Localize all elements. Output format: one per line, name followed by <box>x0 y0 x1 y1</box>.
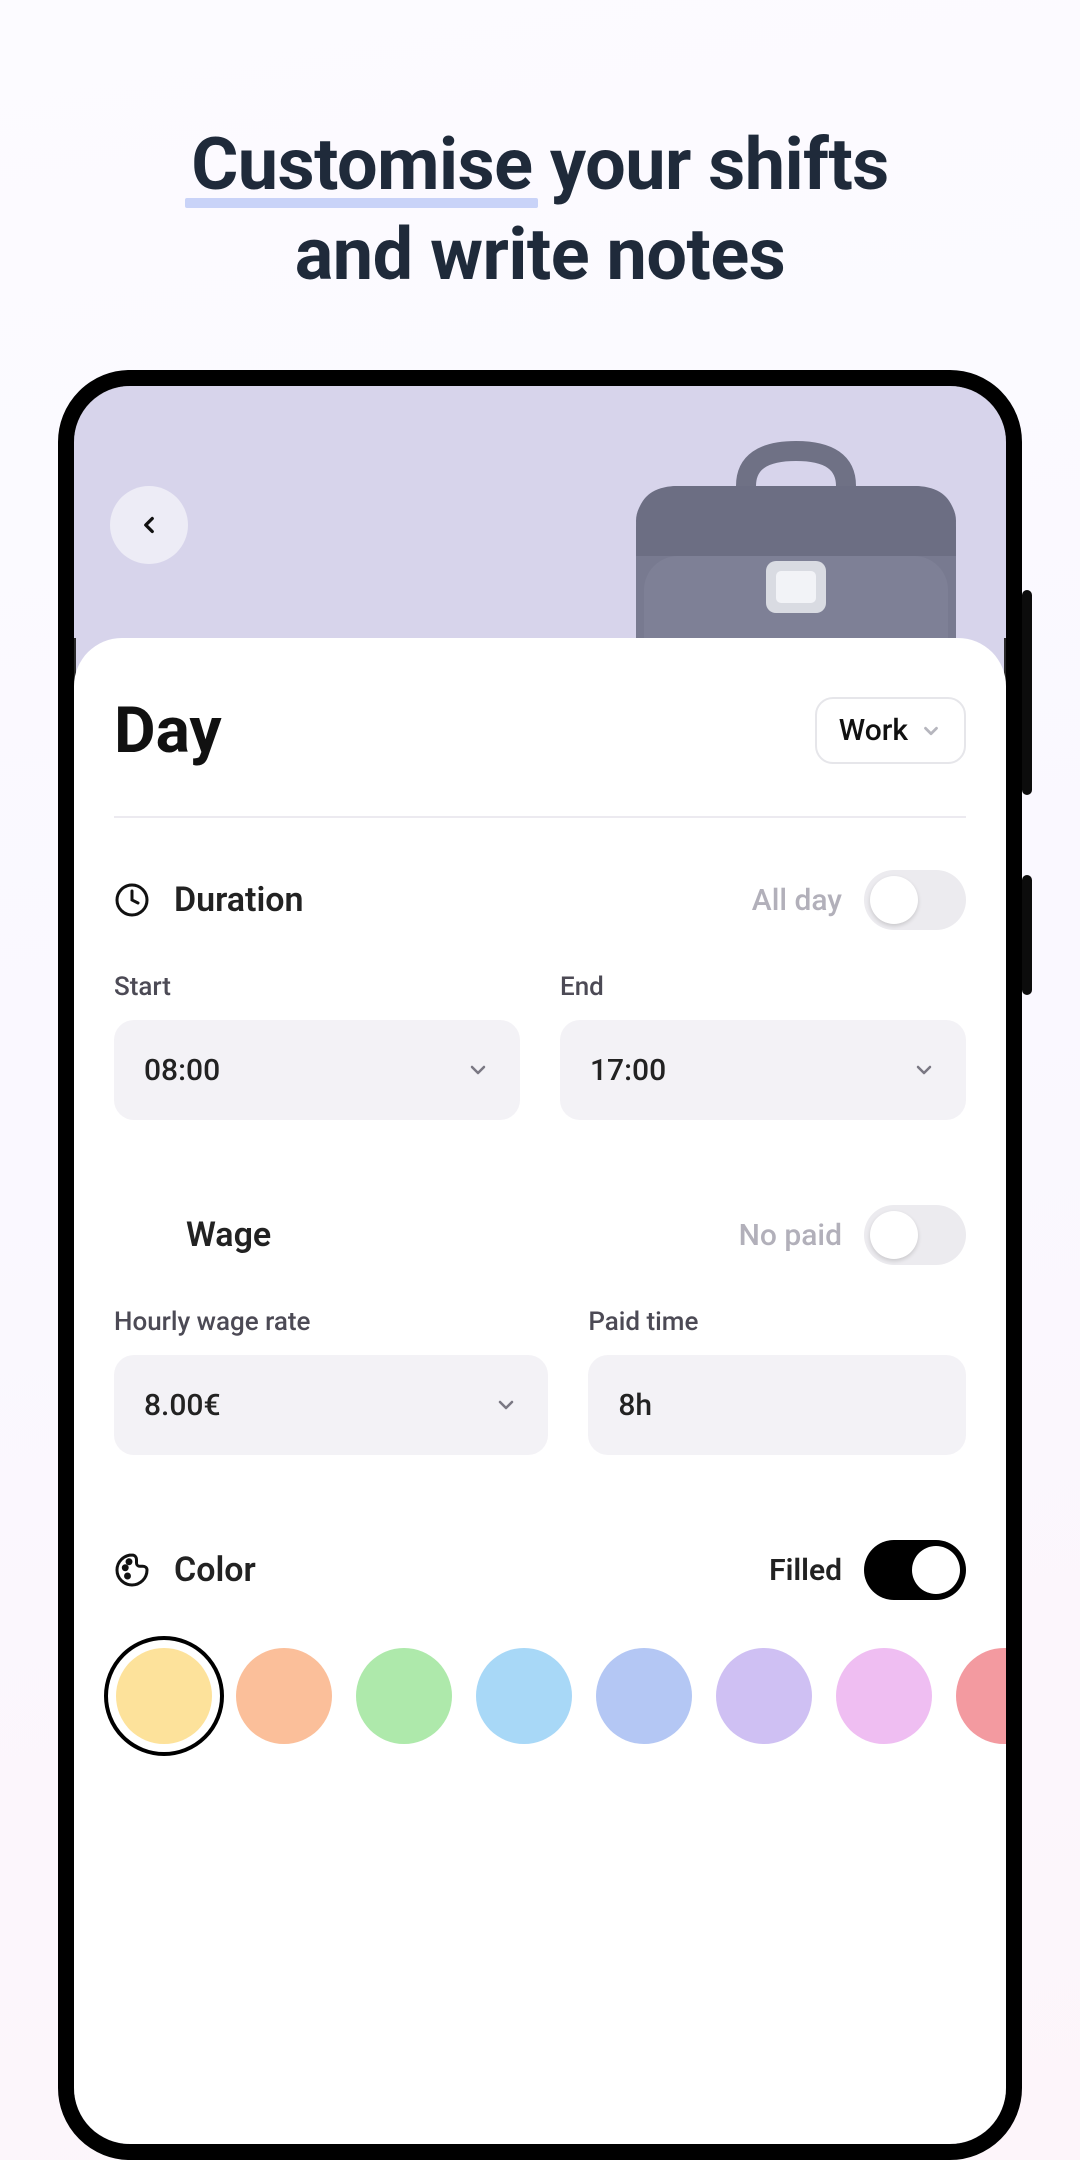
clock-icon <box>114 882 150 918</box>
end-time-value: 17:00 <box>590 1053 666 1088</box>
promo-line1-rest: your shifts <box>532 122 888 207</box>
start-label: Start <box>114 972 520 1002</box>
all-day-toggle-group: All day <box>752 870 966 930</box>
color-swatch[interactable] <box>476 1648 572 1744</box>
wage-label: Wage <box>186 1215 271 1255</box>
color-header-row: Color Filled <box>114 1540 966 1600</box>
phone-mockup: Day Work Duration All day <box>58 370 1022 2160</box>
filled-toggle[interactable] <box>864 1540 966 1600</box>
promo-line2: and write notes <box>295 212 786 297</box>
back-button[interactable] <box>110 486 188 564</box>
no-paid-toggle-group: No paid <box>739 1205 966 1265</box>
wage-fields: Hourly wage rate 8.00€ Paid time 8h <box>114 1307 966 1455</box>
end-field: End 17:00 <box>560 972 966 1120</box>
page-title: Day <box>114 693 222 768</box>
phone-volume-button <box>1022 590 1032 795</box>
app-screen: Day Work Duration All day <box>74 386 1006 2144</box>
all-day-toggle[interactable] <box>864 870 966 930</box>
palette-icon <box>114 1552 150 1588</box>
shift-type-select[interactable]: Work <box>815 697 966 764</box>
paid-time-label: Paid time <box>588 1307 966 1337</box>
color-swatch[interactable] <box>236 1648 332 1744</box>
promo-highlight: Customise <box>191 120 532 210</box>
color-swatches <box>114 1648 966 1744</box>
promo-headline: Customise your shifts and write notes <box>0 0 1080 300</box>
paid-time-value: 8h <box>618 1388 652 1423</box>
hourly-rate-label: Hourly wage rate <box>114 1307 548 1337</box>
filled-label: Filled <box>769 1553 842 1588</box>
no-paid-toggle[interactable] <box>864 1205 966 1265</box>
duration-header-row: Duration All day <box>114 870 966 930</box>
paid-time-field: Paid time 8h <box>588 1307 966 1455</box>
no-paid-label: No paid <box>739 1218 842 1253</box>
duration-label: Duration <box>174 880 304 920</box>
chevron-down-icon <box>466 1058 490 1082</box>
wage-header-row: Wage No paid <box>114 1205 966 1265</box>
start-time-select[interactable]: 08:00 <box>114 1020 520 1120</box>
content-sheet: Day Work Duration All day <box>74 638 1006 2144</box>
time-fields: Start 08:00 End 17:00 <box>114 972 966 1120</box>
color-swatch[interactable] <box>116 1648 212 1744</box>
hourly-rate-field: Hourly wage rate 8.00€ <box>114 1307 548 1455</box>
hourly-rate-value: 8.00€ <box>144 1388 221 1423</box>
title-row: Day Work <box>114 693 966 768</box>
end-label: End <box>560 972 966 1002</box>
color-swatch[interactable] <box>956 1648 1022 1744</box>
color-swatch[interactable] <box>356 1648 452 1744</box>
divider <box>114 816 966 818</box>
shift-type-value: Work <box>839 713 908 748</box>
duration-header: Duration <box>114 880 304 920</box>
hourly-rate-select[interactable]: 8.00€ <box>114 1355 548 1455</box>
chevron-left-icon <box>136 512 162 538</box>
chevron-down-icon <box>920 720 942 742</box>
end-time-select[interactable]: 17:00 <box>560 1020 966 1120</box>
color-header: Color <box>114 1550 256 1590</box>
wage-header: Wage <box>114 1215 271 1255</box>
start-field: Start 08:00 <box>114 972 520 1120</box>
hero-header <box>74 386 1006 638</box>
color-swatch[interactable] <box>836 1648 932 1744</box>
phone-power-button <box>1022 875 1032 995</box>
filled-toggle-group: Filled <box>769 1540 966 1600</box>
start-time-value: 08:00 <box>144 1053 220 1088</box>
color-label: Color <box>174 1550 256 1590</box>
chevron-down-icon <box>494 1393 518 1417</box>
color-swatch[interactable] <box>716 1648 812 1744</box>
paid-time-input[interactable]: 8h <box>588 1355 966 1455</box>
chevron-down-icon <box>912 1058 936 1082</box>
color-swatch[interactable] <box>596 1648 692 1744</box>
all-day-label: All day <box>752 883 842 918</box>
